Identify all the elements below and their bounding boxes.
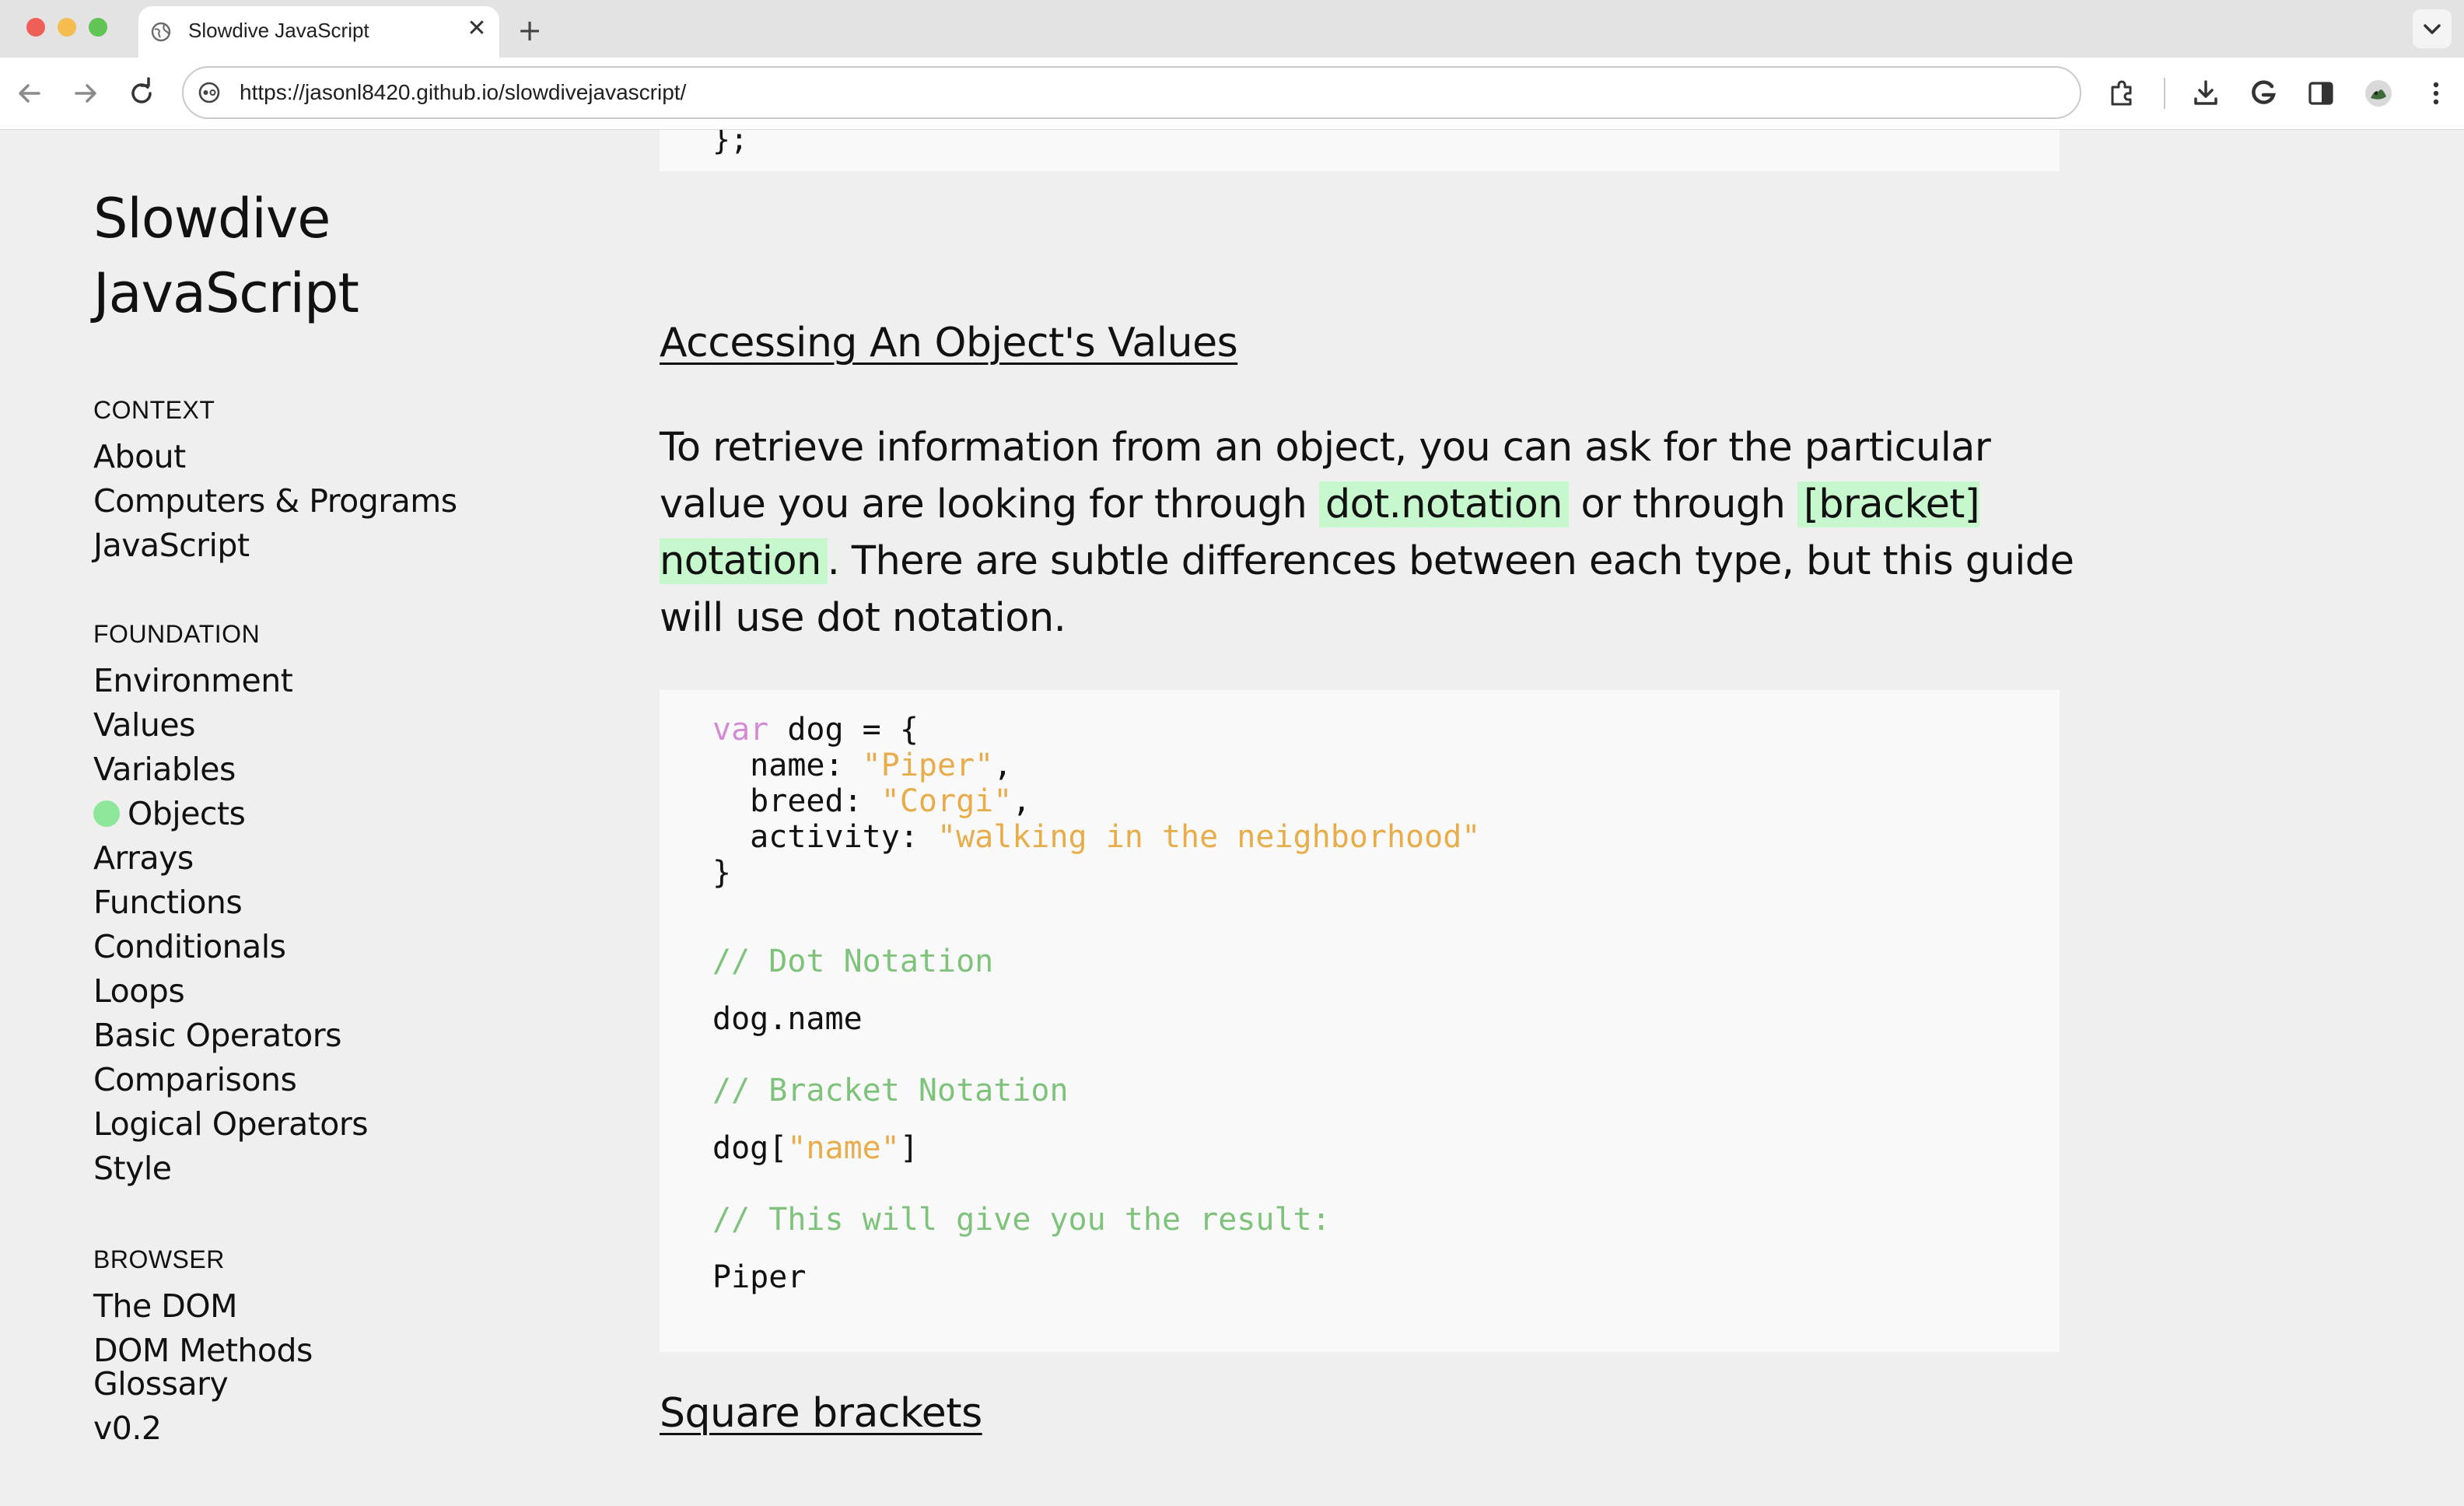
google-icon[interactable] [2245, 75, 2282, 112]
browser-tab[interactable]: Slowdive JavaScript ✕ [138, 6, 499, 58]
code-text: Piper [712, 1259, 807, 1295]
nav-link-style[interactable]: Style [93, 1147, 368, 1191]
nav-link-values[interactable]: Values [93, 703, 368, 748]
code-text: ] [899, 1130, 919, 1166]
tab-search-button[interactable] [2413, 9, 2452, 48]
code-line: breed: "Corgi", [712, 783, 1480, 819]
intro-text-3: . There are subtle differences between e… [660, 538, 2074, 641]
code-text: dog[ [712, 1130, 788, 1166]
nav-link-objects-active[interactable]: Objects [93, 792, 368, 836]
intro-paragraph: To retrieve information from an object, … [660, 419, 2075, 646]
code-line: dog.name [712, 1001, 1480, 1037]
code-string: "Corgi" [880, 783, 1013, 819]
code-text: name: [712, 748, 863, 783]
code-line: var dog = { [712, 712, 1480, 748]
code-line: // Bracket Notation [712, 1073, 1480, 1108]
tab-title: Slowdive JavaScript [188, 19, 369, 42]
minimize-window-button[interactable] [58, 18, 76, 37]
maximize-window-button[interactable] [89, 18, 107, 37]
nav-list-browser: The DOM DOM Methods [93, 1284, 313, 1373]
nav-list-extra: Glossary v0.2 [93, 1362, 229, 1451]
code-text: dog = { [768, 712, 919, 748]
code-line: // Dot Notation [712, 944, 1480, 979]
code-keyword: var [712, 712, 769, 748]
code-string: "walking in the neighborhood" [936, 819, 1481, 855]
active-indicator-dot [93, 800, 120, 827]
highlight-dot-notation: dot.notation [1318, 482, 1569, 527]
close-window-button[interactable] [26, 18, 45, 37]
nav-link-about[interactable]: About [93, 435, 457, 479]
nav-link-javascript[interactable]: JavaScript [93, 524, 457, 568]
nav-link-variables[interactable]: Variables [93, 748, 368, 792]
nav-link-objects-label: Objects [128, 795, 246, 832]
reload-icon[interactable] [123, 75, 160, 112]
previous-code-block: }; [660, 130, 2060, 171]
intro-text-2: or through [1568, 482, 1797, 527]
toolbar-divider [2164, 78, 2165, 109]
nav-link-conditionals[interactable]: Conditionals [93, 925, 368, 969]
code-string: "name" [787, 1130, 900, 1166]
code-text: , [1012, 783, 1031, 819]
section-heading-accessing-values[interactable]: Accessing An Object's Values [660, 320, 1238, 366]
more-options-icon[interactable] [2417, 75, 2455, 112]
download-icon[interactable] [2187, 75, 2224, 112]
section-heading-foundation: FOUNDATION [93, 620, 261, 648]
code-string: "Piper" [862, 748, 994, 783]
nav-link-the-dom[interactable]: The DOM [93, 1284, 313, 1329]
code-comment: // Bracket Notation [712, 1073, 1069, 1108]
code-text: dog.name [712, 1001, 863, 1037]
toolbar: https://jasonl8420.github.io/slowdivejav… [0, 58, 2464, 130]
chevron-down-icon [2424, 24, 2441, 34]
site-info-icon[interactable] [198, 81, 221, 104]
nav-link-computers-programs[interactable]: Computers & Programs [93, 479, 457, 524]
code-comment: // This will give you the result: [712, 1202, 1331, 1238]
nav-link-loops[interactable]: Loops [93, 969, 368, 1014]
globe-icon [151, 22, 171, 42]
code-text: } [712, 855, 732, 891]
code-line: } [712, 855, 1480, 891]
nav-link-logical-operators[interactable]: Logical Operators [93, 1102, 369, 1147]
page-viewport: Slowdive JavaScript CONTEXT About Comput… [0, 130, 2464, 1506]
nav-link-environment[interactable]: Environment [93, 659, 368, 703]
nav-link-arrays[interactable]: Arrays [93, 836, 368, 881]
nav-list-foundation: Environment Values Variables Objects Arr… [93, 659, 369, 1191]
new-tab-button[interactable]: + [510, 11, 549, 50]
code-listing: var dog = { name: "Piper", breed: "Corgi… [712, 712, 1480, 1295]
code-line: dog["name"] [712, 1130, 1480, 1166]
code-line: // This will give you the result: [712, 1202, 1480, 1238]
nav-link-functions[interactable]: Functions [93, 881, 368, 925]
code-line: activity: "walking in the neighborhood" [712, 819, 1480, 855]
tab-close-icon[interactable]: ✕ [464, 16, 490, 42]
forward-arrow-icon[interactable] [67, 75, 104, 112]
code-line: name: "Piper", [712, 748, 1480, 783]
nav-link-glossary[interactable]: Glossary [93, 1362, 229, 1406]
tab-strip: Slowdive JavaScript ✕ + [0, 0, 2464, 58]
code-text: , [993, 748, 1013, 783]
code-comment: // Dot Notation [712, 944, 994, 979]
nav-link-comparisons[interactable]: Comparisons [93, 1058, 368, 1102]
extensions-icon[interactable] [2103, 75, 2140, 112]
address-bar[interactable]: https://jasonl8420.github.io/slowdivejav… [182, 66, 2081, 119]
code-text: activity: [712, 819, 937, 855]
section-heading-browser: BROWSER [93, 1245, 225, 1273]
url-text[interactable]: https://jasonl8420.github.io/slowdivejav… [240, 80, 686, 105]
nav-list-context: About Computers & Programs JavaScript [93, 435, 457, 568]
previous-code-tail: }; [712, 130, 748, 156]
profile-avatar-icon[interactable] [2360, 75, 2397, 112]
side-panel-icon[interactable] [2302, 75, 2340, 112]
version-label[interactable]: v0.2 [93, 1406, 228, 1451]
code-text: breed: [712, 783, 881, 819]
code-block: var dog = { name: "Piper", breed: "Corgi… [660, 690, 2060, 1352]
back-arrow-icon[interactable] [11, 75, 48, 112]
section-heading-context: CONTEXT [93, 396, 215, 424]
section-heading-square-brackets[interactable]: Square brackets [660, 1390, 982, 1437]
site-title[interactable]: Slowdive JavaScript [93, 181, 529, 331]
code-line: Piper [712, 1259, 1480, 1295]
nav-link-basic-operators[interactable]: Basic Operators [93, 1014, 368, 1058]
